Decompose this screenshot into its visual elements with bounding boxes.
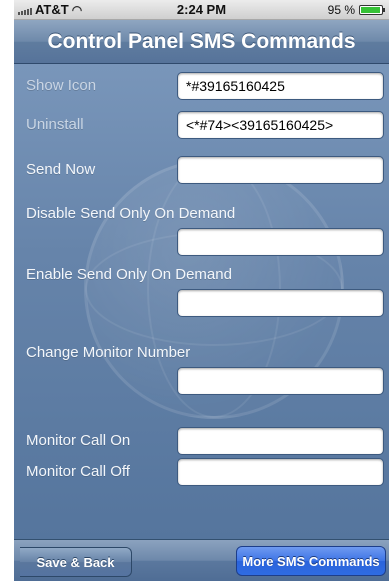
enable-send-on-demand-label: Enable Send Only On Demand [26, 266, 232, 283]
battery-percent: 95 % [327, 3, 355, 17]
battery-fill [361, 7, 380, 13]
more-sms-commands-label: More SMS Commands [242, 553, 380, 569]
commands-form: Show Icon Uninstall Send Now Disable Sen… [14, 64, 389, 539]
send-now-label: Send Now [26, 161, 96, 178]
uninstall-field[interactable] [177, 111, 384, 139]
app-screen: AT&T ◠ 2:24 PM 95 % Control Panel SMS Co… [14, 0, 389, 581]
monitor-call-on-field[interactable] [177, 427, 384, 455]
enable-send-on-demand-field[interactable] [177, 289, 384, 317]
battery-icon [359, 5, 385, 15]
change-monitor-number-field[interactable] [177, 367, 384, 395]
disable-send-on-demand-field[interactable] [177, 228, 384, 256]
more-sms-commands-button[interactable]: More SMS Commands [236, 546, 386, 576]
navigation-bar: Control Panel SMS Commands [14, 20, 389, 64]
change-monitor-number-label: Change Monitor Number [26, 344, 191, 361]
uninstall-label: Uninstall [26, 116, 84, 133]
save-and-back-button[interactable]: Save & Back [20, 547, 132, 577]
battery-group: 95 % [327, 3, 385, 17]
status-bar: AT&T ◠ 2:24 PM 95 % [14, 0, 389, 20]
monitor-call-off-label: Monitor Call Off [26, 463, 130, 480]
page-title: Control Panel SMS Commands [47, 29, 356, 53]
monitor-call-on-label: Monitor Call On [26, 432, 131, 449]
show-icon-label: Show Icon [26, 77, 97, 94]
bottom-toolbar: Save & Back More SMS Commands [14, 539, 389, 581]
send-now-field[interactable] [177, 156, 384, 184]
show-icon-field[interactable] [177, 72, 384, 100]
save-and-back-label: Save & Back [36, 554, 115, 570]
monitor-call-off-field[interactable] [177, 458, 384, 486]
disable-send-on-demand-label: Disable Send Only On Demand [26, 205, 236, 222]
